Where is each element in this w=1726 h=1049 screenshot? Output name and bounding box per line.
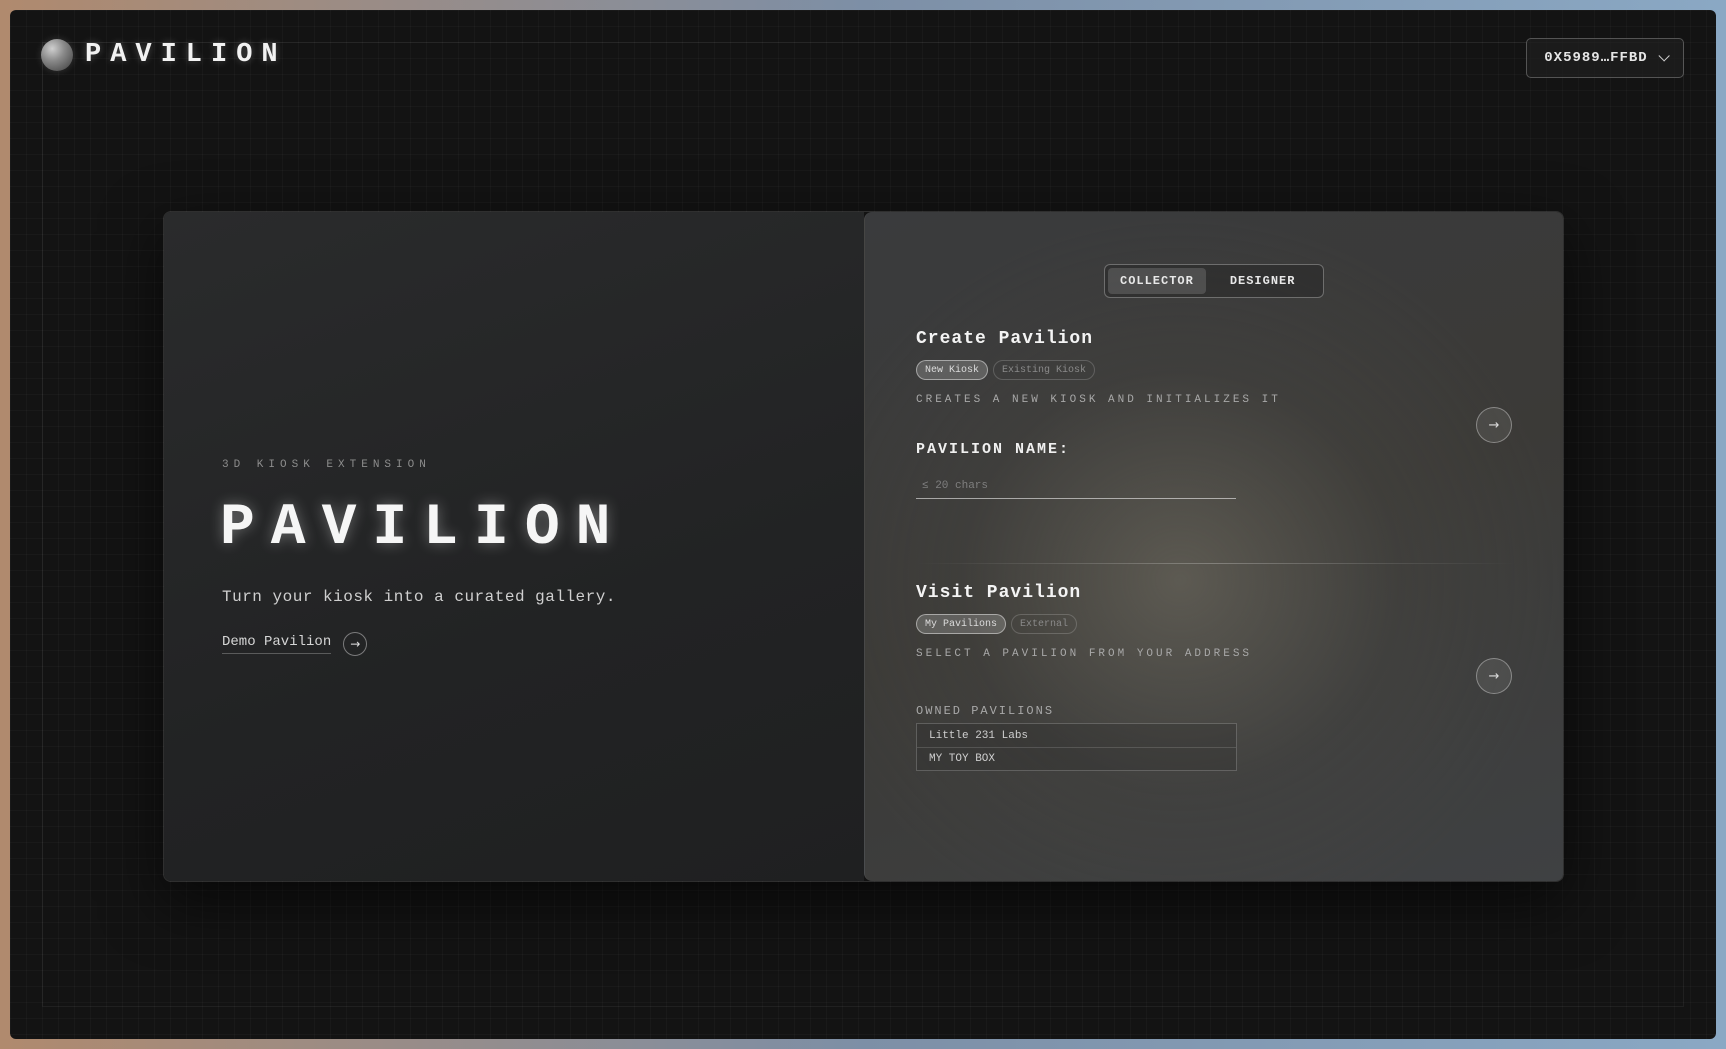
orb-logo-icon [41,39,73,71]
create-pavilion-title: Create Pavilion [916,329,1094,349]
visit-pavilion-title: Visit Pavilion [916,583,1082,603]
pavilion-name-input[interactable] [916,473,1236,499]
hero-panel: 3D KIOSK EXTENSION PAVILION Turn your ki… [164,212,864,881]
arrow-right-icon: → [1488,417,1500,433]
section-divider [916,563,1516,564]
create-description: CREATES A NEW KIOSK AND INITIALIZES IT [916,394,1281,406]
create-submit-button[interactable]: → [1476,407,1512,443]
visit-description: SELECT A PAVILION FROM YOUR ADDRESS [916,648,1253,660]
arrow-right-icon: → [1488,668,1500,684]
pavilion-name-label: PAVILION NAME: [916,441,1071,458]
chip-existing-kiosk[interactable]: Existing Kiosk [993,360,1096,380]
hero-eyebrow: 3D KIOSK EXTENSION [222,459,431,471]
visit-submit-button[interactable]: → [1476,658,1512,694]
wallet-button[interactable]: 0X5989…FFBD [1526,38,1684,78]
chip-new-kiosk[interactable]: New Kiosk [916,360,989,380]
demo-pavilion-link[interactable]: Demo Pavilion → [222,632,368,656]
owned-pavilions-list: Little 231 Labs MY TOY BOX [916,723,1237,771]
brand-logo[interactable]: PAVILION [41,39,287,71]
main-card: 3D KIOSK EXTENSION PAVILION Turn your ki… [163,211,1564,882]
app-frame: PAVILION 0X5989…FFBD 3D KIOSK EXTENSION … [10,10,1716,1039]
list-item[interactable]: MY TOY BOX [917,747,1236,770]
brand-name: PAVILION [85,40,287,70]
hero-title: PAVILION [220,496,627,561]
chip-my-pavilions[interactable]: My Pavilions [916,614,1007,634]
actions-panel: COLLECTOR DESIGNER Create Pavilion New K… [864,212,1563,881]
hero-tagline: Turn your kiosk into a curated gallery. [222,588,616,606]
demo-pavilion-label: Demo Pavilion [222,634,332,654]
arrow-right-icon[interactable]: → [343,632,368,656]
chevron-down-icon [1658,50,1670,62]
chip-external[interactable]: External [1011,614,1078,634]
list-item[interactable]: Little 231 Labs [917,724,1236,747]
owned-pavilions-label: OWNED PAVILIONS [916,704,1055,718]
tab-collector[interactable]: COLLECTOR [1108,268,1206,294]
visit-source-chips: My Pavilions External [916,614,1078,634]
tab-designer[interactable]: DESIGNER [1218,268,1308,294]
create-kiosk-chips: New Kiosk Existing Kiosk [916,360,1096,380]
wallet-address: 0X5989…FFBD [1544,50,1648,66]
mode-toggle: COLLECTOR DESIGNER [1104,264,1324,298]
